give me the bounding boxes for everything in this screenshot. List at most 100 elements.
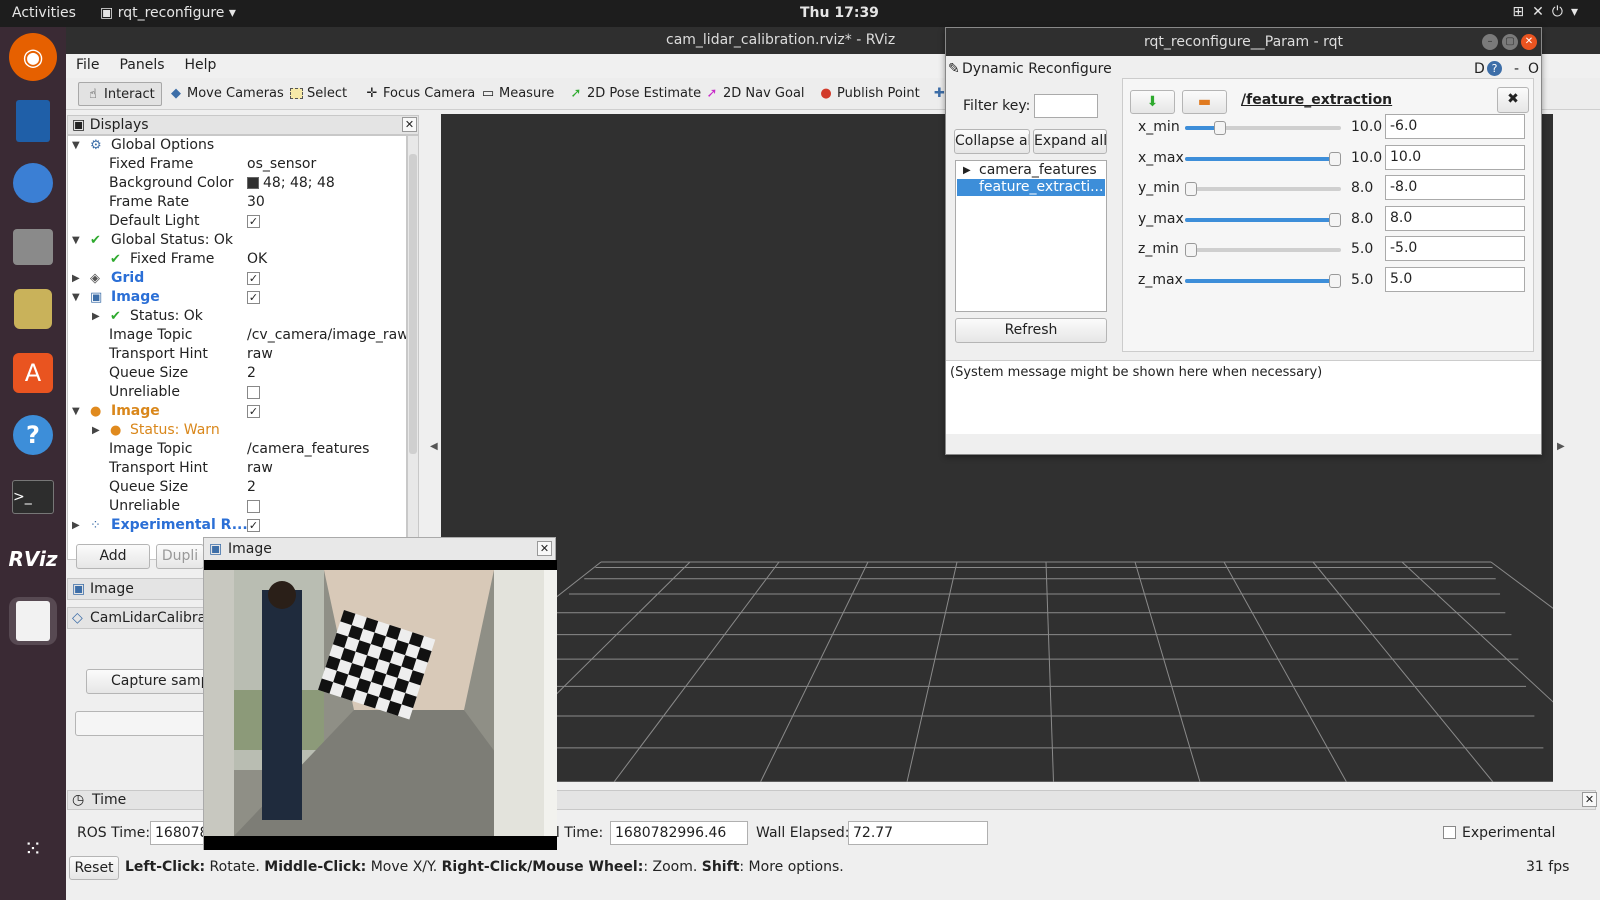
close-icon[interactable]: ✕ — [1521, 34, 1537, 50]
experimental-checkbox[interactable] — [1443, 826, 1456, 839]
tree-row-frame-rate[interactable]: Frame Rate 30 — [68, 193, 406, 212]
param-slider[interactable] — [1185, 243, 1341, 257]
tree-row-transport-hint-2[interactable]: Transport Hint raw — [68, 459, 406, 478]
menu-file[interactable]: File — [66, 54, 109, 73]
rviz-icon[interactable]: RViz — [8, 535, 57, 583]
tree-value[interactable]: os_sensor — [247, 155, 316, 174]
param-slider[interactable] — [1185, 212, 1341, 227]
tree-value[interactable]: ✓ — [247, 269, 260, 288]
save-params-button[interactable]: ⬇ — [1130, 90, 1175, 114]
image-window-titlebar[interactable]: ▣ Image ✕ — [204, 538, 555, 560]
activities-button[interactable]: Activities — [12, 5, 76, 21]
minimize-icon[interactable]: – — [1482, 34, 1498, 50]
minimize-plugin-icon[interactable]: - — [1514, 58, 1519, 80]
expand-arrow-icon[interactable]: ▼ — [72, 136, 84, 155]
calibrate-button[interactable] — [75, 711, 207, 736]
param-value-input[interactable]: -5.0 — [1385, 236, 1525, 261]
duplicate-button[interactable]: Dupli — [156, 544, 204, 569]
tree-row-experimental[interactable]: ▶ ⁘ Experimental R... ✓ — [68, 516, 406, 535]
tree-value[interactable]: raw — [247, 459, 273, 478]
refresh-button[interactable]: Refresh — [955, 318, 1107, 343]
slider-handle[interactable] — [1185, 182, 1197, 196]
tree-value[interactable]: ✓ — [247, 402, 260, 421]
tree-value[interactable]: raw — [247, 345, 273, 364]
checkbox[interactable]: ✓ — [247, 518, 260, 532]
image-window[interactable]: ▣ Image ✕ — [203, 537, 557, 850]
node-item-feature-extraction[interactable]: feature_extracti... — [957, 179, 1105, 196]
tool-publish-point[interactable]: ● Publish Point — [812, 82, 926, 106]
help-icon[interactable]: ? — [1487, 61, 1502, 76]
collapse-arrow-icon[interactable]: ▶ — [72, 269, 84, 288]
expand-arrow-icon[interactable]: ▼ — [72, 288, 84, 307]
clock[interactable]: Thu 17:39 — [800, 5, 879, 21]
tree-row-default-light[interactable]: Default Light ✓ — [68, 212, 406, 231]
scrollbar-thumb[interactable] — [409, 154, 417, 454]
close-group-button[interactable]: ✖ — [1497, 87, 1529, 113]
tool-move-cameras[interactable]: ◆ Move Cameras — [162, 82, 290, 106]
close-icon[interactable]: ✕ — [402, 117, 417, 132]
ros-time-field[interactable]: 168078 — [150, 821, 210, 845]
software-icon[interactable]: A — [9, 349, 57, 397]
tree-row-global-options[interactable]: ▼ ⚙ Global Options — [68, 136, 406, 155]
tool-interact[interactable]: ☝ Interact — [78, 82, 162, 106]
tree-row-image-2[interactable]: ▼ ● Image ✓ — [68, 402, 406, 421]
param-value-input[interactable]: -8.0 — [1385, 175, 1525, 200]
slider-handle[interactable] — [1329, 151, 1341, 166]
collapse-arrow-icon[interactable]: ▶ — [963, 162, 971, 179]
node-item-camera-features[interactable]: ▶ camera_features — [957, 162, 1105, 179]
slider-handle[interactable] — [1329, 212, 1341, 227]
close-plugin-icon[interactable]: O — [1528, 58, 1539, 80]
close-icon[interactable]: ✕ — [1582, 792, 1597, 807]
load-params-button[interactable]: ▬ — [1182, 90, 1227, 114]
expand-all-button[interactable]: Expand all — [1033, 129, 1107, 154]
tool-measure[interactable]: ▭ Measure — [474, 82, 560, 106]
tree-row-unreliable-1[interactable]: Unreliable — [68, 383, 406, 402]
tool-2d-pose-estimate[interactable]: ➚ 2D Pose Estimate — [562, 82, 707, 106]
tree-row-grid[interactable]: ▶ ◈ Grid ✓ — [68, 269, 406, 288]
tree-value[interactable]: 48; 48; 48 — [247, 174, 335, 193]
rhythmbox-icon[interactable] — [9, 285, 57, 333]
capture-sample-button[interactable]: Capture samp — [86, 669, 206, 694]
show-apps-icon[interactable]: ⁙ — [9, 825, 57, 873]
tree-row-global-status[interactable]: ▼ ✔ Global Status: Ok — [68, 231, 406, 250]
tree-value[interactable] — [247, 497, 260, 516]
param-slider[interactable] — [1185, 182, 1341, 196]
reset-button[interactable]: Reset — [69, 856, 119, 880]
param-value-input[interactable]: 5.0 — [1385, 266, 1525, 292]
expand-arrow-icon[interactable]: ▼ — [72, 231, 84, 250]
tree-row-queue-size-1[interactable]: Queue Size 2 — [68, 364, 406, 383]
writer-icon[interactable] — [9, 97, 57, 145]
checkbox[interactable] — [247, 499, 260, 513]
tree-row-status-ok[interactable]: ▶ ✔ Status: Ok — [68, 307, 406, 326]
tree-value[interactable]: 2 — [247, 364, 256, 383]
displays-scrollbar[interactable] — [407, 135, 419, 560]
param-value-input[interactable]: -6.0 — [1385, 114, 1525, 139]
expand-arrow-icon[interactable]: ▼ — [72, 402, 84, 421]
slider-handle[interactable] — [1329, 273, 1341, 288]
firefox-icon[interactable]: ◉ — [9, 33, 57, 81]
tree-value[interactable] — [247, 383, 260, 402]
app-menu[interactable]: ▣ rqt_reconfigure ▾ — [100, 5, 236, 21]
help-icon[interactable]: ? — [9, 411, 57, 459]
checkbox[interactable]: ✓ — [247, 214, 260, 228]
files-icon[interactable] — [9, 223, 57, 271]
tree-value[interactable]: ✓ — [247, 212, 260, 231]
maximize-icon[interactable]: ▢ — [1502, 34, 1518, 50]
add-button[interactable]: Add — [76, 544, 150, 569]
splitter-left-arrow-icon[interactable]: ◀ — [430, 441, 438, 452]
checkbox[interactable]: ✓ — [247, 404, 260, 418]
tree-row-transport-hint-1[interactable]: Transport Hint raw — [68, 345, 406, 364]
param-value-input[interactable]: 8.0 — [1385, 205, 1525, 231]
checkbox[interactable] — [247, 385, 260, 399]
collapse-arrow-icon[interactable]: ▶ — [72, 516, 84, 535]
checkbox[interactable]: ✓ — [247, 290, 260, 304]
param-slider[interactable] — [1185, 273, 1341, 288]
rqt-window[interactable]: rqt_reconfigure__Param - rqt – ▢ ✕ ✎ Dyn… — [945, 27, 1542, 455]
thunderbird-icon[interactable] — [9, 159, 57, 207]
menu-help[interactable]: Help — [175, 54, 227, 73]
collapse-arrow-icon[interactable]: ▶ — [92, 307, 104, 326]
param-slider[interactable] — [1185, 151, 1341, 166]
splitter-right-arrow-icon[interactable]: ▶ — [1557, 441, 1565, 452]
tree-value[interactable]: 2 — [247, 478, 256, 497]
tree-value[interactable]: /cv_camera/image_raw — [247, 326, 406, 345]
